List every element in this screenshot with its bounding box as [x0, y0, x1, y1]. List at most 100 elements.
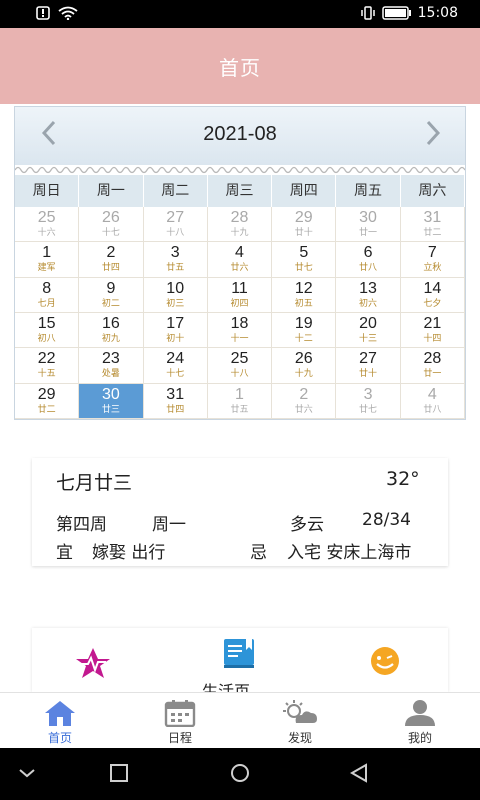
nav-home[interactable]: 首页	[0, 693, 120, 748]
lunar-day: 七月	[37, 298, 56, 309]
calendar-day[interactable]: 29 廿二	[15, 383, 80, 419]
lunar-day: 初九	[101, 334, 120, 345]
day-number: 26	[102, 209, 120, 227]
star-icon[interactable]	[72, 646, 114, 680]
app-header: 首页	[0, 28, 480, 104]
calendar-day[interactable]: 12 初五	[272, 277, 337, 313]
calendar-day[interactable]: 15 初八	[15, 312, 80, 349]
weekday-label: 周一	[79, 175, 144, 207]
lunar-day: 廿五	[230, 404, 249, 415]
calendar-day[interactable]: 4 廿六	[207, 242, 273, 278]
calendar-day[interactable]: 2 廿四	[79, 242, 144, 278]
calendar-day[interactable]: 27 廿十	[336, 348, 401, 384]
status-bar: 15:08	[0, 0, 480, 28]
screen: 15:08 首页 2021-08 周日 周一 周二 周三 周四 周五 周六 25…	[0, 0, 480, 800]
calendar-day[interactable]: 4 廿八	[400, 383, 465, 419]
home-icon	[45, 701, 75, 726]
lunar-day: 廿四	[166, 404, 185, 415]
calendar-day[interactable]: 21 十四	[400, 312, 465, 349]
calendar-day[interactable]: 13 初六	[336, 277, 401, 313]
calendar-day[interactable]: 30 廿一	[336, 207, 401, 243]
calendar-day[interactable]: 5 廿七	[272, 242, 337, 278]
calendar-day[interactable]: 19 十二	[272, 312, 337, 349]
day-number: 8	[42, 279, 52, 297]
calendar-day[interactable]: 1 建军	[15, 242, 80, 278]
chevron-right-icon	[426, 120, 441, 146]
calendar-day[interactable]: 29 廿十	[272, 207, 337, 243]
nav-discover[interactable]: 发现	[240, 693, 360, 748]
calendar-day[interactable]: 6 廿八	[336, 242, 401, 278]
calendar-day[interactable]: 26 十七	[79, 207, 144, 243]
weekday-text: 周一	[152, 515, 186, 535]
calendar-day[interactable]: 3 廿七	[336, 383, 401, 419]
calendar-icon	[164, 700, 196, 727]
lunar-day: 十五	[37, 369, 56, 380]
lunar-date: 七月廿三	[56, 472, 133, 494]
lunar-day: 立秋	[423, 263, 442, 274]
lunar-day: 廿七	[359, 404, 378, 415]
weekday-label: 周六	[401, 175, 465, 207]
calendar-day[interactable]: 9 初二	[79, 277, 144, 313]
nav-schedule[interactable]: 日程	[120, 693, 240, 748]
calendar-day[interactable]: 28 十九	[207, 207, 273, 243]
day-number: 19	[294, 315, 313, 333]
day-number: 9	[106, 279, 116, 297]
calendar-day[interactable]: 16 初九	[79, 312, 144, 349]
day-number: 27	[359, 350, 377, 368]
home-button[interactable]	[228, 762, 252, 784]
calendar-day[interactable]: 22 十五	[15, 348, 80, 384]
nav-mine[interactable]: 我的	[360, 693, 480, 748]
lunar-day: 十四	[423, 334, 442, 345]
calendar-day[interactable]: 3 廿五	[143, 242, 208, 278]
lunar-day: 初十	[166, 334, 185, 345]
day-number: 14	[423, 279, 442, 297]
calendar-day[interactable]: 11 初四	[207, 277, 273, 313]
weather-text: 多云	[290, 515, 324, 535]
day-number: 23	[102, 350, 120, 368]
day-number: 10	[166, 279, 185, 297]
calendar-day[interactable]: 31 廿四	[143, 383, 208, 419]
calendar-day[interactable]: 7 立秋	[400, 242, 465, 278]
calendar-day[interactable]: 10 初三	[143, 277, 208, 313]
calendar-day[interactable]: 28 廿一	[400, 348, 465, 384]
day-number: 12	[294, 279, 313, 297]
back-button[interactable]	[348, 762, 370, 784]
calendar-day[interactable]: 26 十九	[272, 348, 337, 384]
lunar-day: 廿三	[101, 404, 120, 415]
nav-schedule-label: 日程	[167, 731, 192, 745]
weekday-label: 周五	[336, 175, 401, 207]
book-icon[interactable]	[222, 636, 258, 670]
lunar-day: 十八	[230, 369, 249, 380]
lunar-day: 初六	[359, 298, 378, 309]
calendar-day[interactable]: 14 七夕	[400, 277, 465, 313]
lunar-day: 建军	[37, 263, 56, 274]
day-number: 2	[299, 385, 309, 403]
calendar-day[interactable]: 24 十七	[143, 348, 208, 384]
calendar-day[interactable]: 1 廿五	[207, 383, 273, 419]
calendar-day[interactable]: 25 十六	[15, 207, 80, 243]
day-number: 25	[37, 209, 56, 227]
day-number: 7	[427, 244, 437, 262]
day-number: 4	[235, 244, 244, 262]
day-number: 26	[294, 350, 313, 368]
calendar-day-selected[interactable]: 30 廿三	[79, 383, 144, 419]
calendar-day[interactable]: 2 廿六	[272, 383, 337, 419]
calendar-day[interactable]: 8 七月	[15, 277, 80, 313]
chevron-down-icon[interactable]	[16, 762, 38, 784]
lunar-day: 七夕	[423, 298, 442, 309]
lunar-day: 初四	[230, 298, 249, 309]
day-number: 20	[359, 315, 377, 333]
day-number: 30	[359, 209, 377, 227]
calendar-day[interactable]: 17 初十	[143, 312, 208, 349]
calendar-day[interactable]: 18 十一	[207, 312, 273, 349]
calendar-day[interactable]: 27 十八	[143, 207, 208, 243]
calendar-day[interactable]: 20 十三	[336, 312, 401, 349]
calendar-day[interactable]: 31 廿二	[400, 207, 465, 243]
calendar-day[interactable]: 25 十八	[207, 348, 273, 384]
week-number: 第四周	[56, 515, 107, 535]
calendar-day[interactable]: 23 处暑	[79, 348, 144, 384]
next-month-button[interactable]	[415, 113, 451, 158]
recent-apps-button[interactable]	[108, 762, 130, 784]
smiley-icon[interactable]	[366, 646, 404, 676]
lunar-day: 廿六	[230, 263, 249, 274]
